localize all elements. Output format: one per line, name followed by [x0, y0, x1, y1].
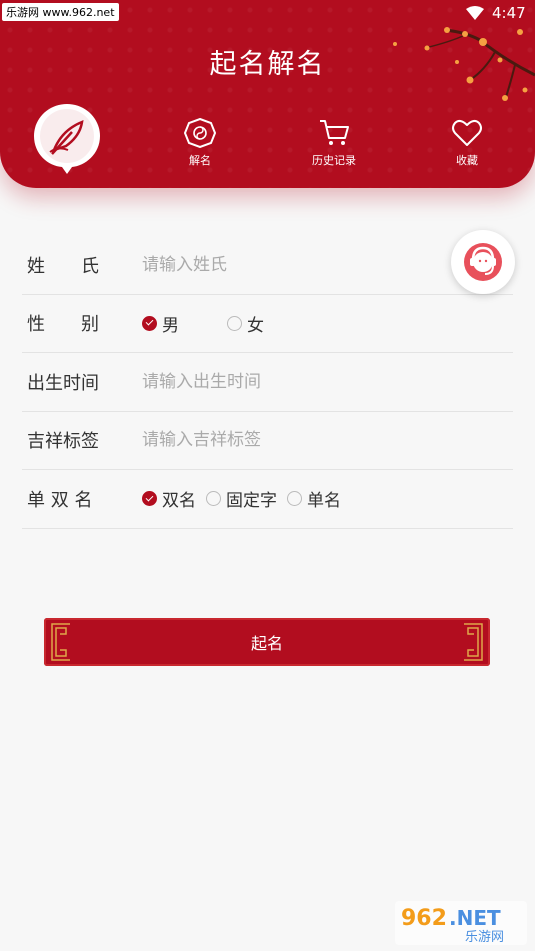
radio-checked-icon	[142, 315, 157, 331]
surname-label: 姓 氏	[27, 255, 99, 277]
watermark-text: 乐游网	[465, 930, 504, 945]
nav-item-jieming[interactable]: 解名	[160, 118, 240, 168]
wifi-icon	[466, 6, 484, 20]
double-name-radio[interactable]: 双名	[142, 486, 196, 511]
single-name-radio[interactable]: 单名	[287, 486, 341, 511]
watermark-top-left: 乐游网 www.962.net	[2, 3, 119, 21]
heart-icon	[452, 119, 482, 146]
watermark-number: 962	[401, 906, 447, 931]
radio-label: 固定字	[226, 491, 277, 512]
surname-row: 姓 氏	[22, 236, 513, 295]
corner-ornament-icon	[464, 642, 483, 661]
nav-item-qiming[interactable]	[32, 102, 102, 174]
customer-service-button[interactable]	[451, 230, 515, 294]
radio-label: 女	[247, 315, 264, 336]
birth-row: 出生时间	[22, 353, 513, 412]
radio-label: 双名	[162, 491, 196, 512]
nav-label: 解名	[189, 154, 211, 167]
radio-checked-icon	[142, 491, 157, 507]
header-banner: 乐游网 www.962.net 4:47 起名解名 解名 历史记录 收藏	[0, 0, 535, 188]
customer-service-icon	[464, 243, 502, 281]
naming-form: 姓 氏 性 别 男 女 出生时间 吉祥标签 单 双 名 双名 固定字	[22, 236, 513, 529]
nav-label: 历史记录	[312, 154, 356, 167]
birth-label: 出生时间	[27, 372, 99, 394]
name-type-label: 单 双 名	[27, 489, 93, 511]
nav-item-favorites[interactable]: 收藏	[427, 118, 507, 168]
qiming-submit-button[interactable]: 起名	[44, 618, 490, 666]
gender-male-radio[interactable]: 男	[142, 311, 179, 336]
gender-label: 性 别	[27, 314, 99, 336]
corner-ornament-icon	[51, 642, 70, 661]
name-type-row: 单 双 名 双名 固定字 单名	[22, 470, 513, 529]
status-time: 4:47	[492, 4, 526, 22]
radio-unchecked-icon	[287, 491, 302, 507]
watermark-suffix: .NET	[449, 906, 501, 930]
nav-item-history[interactable]: 历史记录	[294, 118, 374, 168]
submit-label: 起名	[250, 634, 283, 653]
bagua-icon	[184, 118, 216, 148]
radio-label: 单名	[307, 491, 341, 512]
gender-row: 性 别 男 女	[22, 295, 513, 353]
gender-female-radio[interactable]: 女	[227, 311, 264, 336]
page-title: 起名解名	[209, 49, 326, 80]
status-bar: 乐游网 www.962.net 4:47	[0, 0, 535, 28]
nav-label: 收藏	[456, 154, 478, 167]
birth-time-input[interactable]	[142, 371, 513, 392]
tag-row: 吉祥标签	[22, 412, 513, 470]
radio-label: 男	[162, 315, 179, 336]
fixed-char-radio[interactable]: 固定字	[206, 486, 277, 511]
lucky-tag-input[interactable]	[142, 430, 513, 451]
radio-unchecked-icon	[227, 315, 242, 331]
cart-icon	[320, 120, 349, 145]
tag-label: 吉祥标签	[27, 431, 99, 453]
watermark-bottom-right: 962 .NET 乐游网	[395, 901, 527, 945]
radio-unchecked-icon	[206, 491, 221, 507]
